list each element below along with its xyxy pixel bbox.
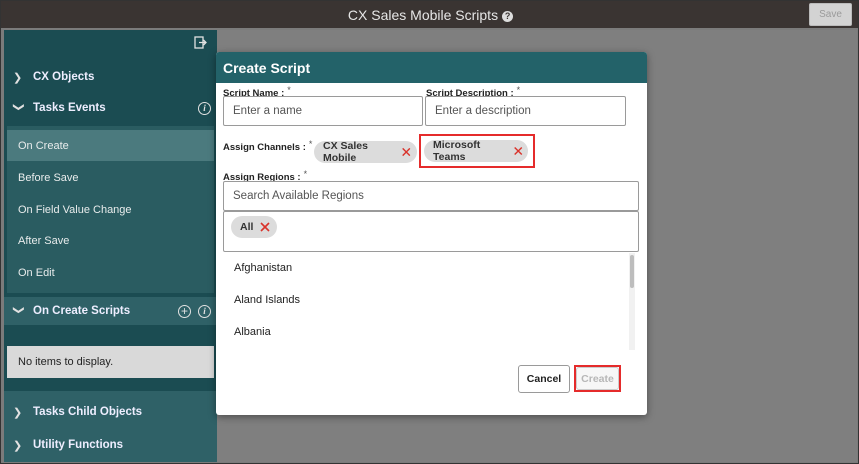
chevron-down-icon: ❯ xyxy=(12,102,25,112)
sidebar-item-on-edit[interactable]: On Edit xyxy=(7,257,214,288)
help-icon[interactable]: ? xyxy=(502,10,514,22)
sidebar-item-before-save[interactable]: Before Save xyxy=(7,162,214,193)
sidebar: ❯ CX Objects ❯ Tasks Events i On Create … xyxy=(4,30,217,462)
collapse-panel-icon[interactable] xyxy=(194,36,207,49)
region-chip-all: All xyxy=(231,216,277,238)
selected-regions-box: All xyxy=(223,211,639,252)
region-search-input[interactable] xyxy=(223,181,639,211)
script-name-input[interactable] xyxy=(223,96,423,126)
available-regions-list: Afghanistan Aland Islands Albania xyxy=(223,253,639,350)
chevron-right-icon: ❯ xyxy=(13,71,23,84)
app-window: CX Sales Mobile Scripts? Save ❯ CX Objec… xyxy=(0,0,859,464)
chevron-right-icon: ❯ xyxy=(13,439,23,452)
required-mark: * xyxy=(516,85,521,95)
sidebar-section-label: Tasks Child Objects xyxy=(33,406,143,418)
save-button[interactable]: Save xyxy=(809,3,852,26)
channel-chip-label: CX Sales Mobile xyxy=(323,140,368,164)
sidebar-section-tasks-events[interactable]: ❯ Tasks Events i xyxy=(4,94,217,122)
channel-chip-cx-sales-mobile: CX Sales Mobile xyxy=(314,140,417,164)
cancel-button[interactable]: Cancel xyxy=(518,365,570,393)
remove-icon[interactable] xyxy=(512,144,524,158)
list-item[interactable]: Aland Islands xyxy=(234,294,300,306)
region-list-scroll-thumb[interactable] xyxy=(630,255,634,288)
sidebar-section-on-create-scripts[interactable]: ❯ On Create Scripts + i xyxy=(4,297,217,325)
remove-icon[interactable] xyxy=(258,220,272,234)
script-description-input[interactable] xyxy=(425,96,626,126)
dialog-title: Create Script xyxy=(216,52,647,83)
create-script-dialog: Create Script Script Name :* Script Desc… xyxy=(216,52,647,415)
chevron-down-icon: ❯ xyxy=(12,305,25,315)
sidebar-item-after-save[interactable]: After Save xyxy=(7,225,214,256)
channel-chip-label: Microsoft Teams xyxy=(433,139,481,163)
sidebar-item-on-create[interactable]: On Create xyxy=(7,130,214,161)
required-mark: * xyxy=(287,85,291,95)
sidebar-section-tasks-child-objects[interactable]: ❯ Tasks Child Objects xyxy=(4,398,217,426)
info-icon[interactable]: i xyxy=(198,305,211,318)
sidebar-section-label: CX Objects xyxy=(33,71,95,83)
assign-channels-label: Assign Channels : * xyxy=(223,139,312,153)
required-mark: * xyxy=(308,139,313,149)
list-item[interactable]: Afghanistan xyxy=(234,262,292,274)
sidebar-item-on-field-value-change[interactable]: On Field Value Change xyxy=(7,194,214,225)
region-chip-label: All xyxy=(240,221,254,233)
chevron-right-icon: ❯ xyxy=(13,406,23,419)
sidebar-section-label: On Create Scripts xyxy=(33,305,131,317)
required-mark: * xyxy=(303,169,308,179)
top-bar: CX Sales Mobile Scripts? Save xyxy=(1,1,858,28)
empty-scripts-message: No items to display. xyxy=(7,346,214,378)
sidebar-section-label: Tasks Events xyxy=(33,102,106,114)
event-list: On Create Before Save On Field Value Cha… xyxy=(7,126,214,293)
remove-icon[interactable] xyxy=(400,145,413,159)
assign-channels-label-text: Assign Channels : xyxy=(223,142,306,153)
channel-chip-microsoft-teams: Microsoft Teams xyxy=(424,139,528,163)
app-title-text: CX Sales Mobile Scripts xyxy=(347,6,499,23)
create-button[interactable]: Create xyxy=(576,367,619,390)
sidebar-section-cx-objects[interactable]: ❯ CX Objects xyxy=(4,63,217,91)
sidebar-section-utility-functions[interactable]: ❯ Utility Functions xyxy=(4,431,217,459)
list-item[interactable]: Albania xyxy=(234,326,271,338)
sidebar-section-label: Utility Functions xyxy=(33,439,124,451)
info-icon[interactable]: i xyxy=(198,102,211,115)
app-title: CX Sales Mobile Scripts? xyxy=(347,6,514,23)
add-script-icon[interactable]: + xyxy=(178,305,191,318)
